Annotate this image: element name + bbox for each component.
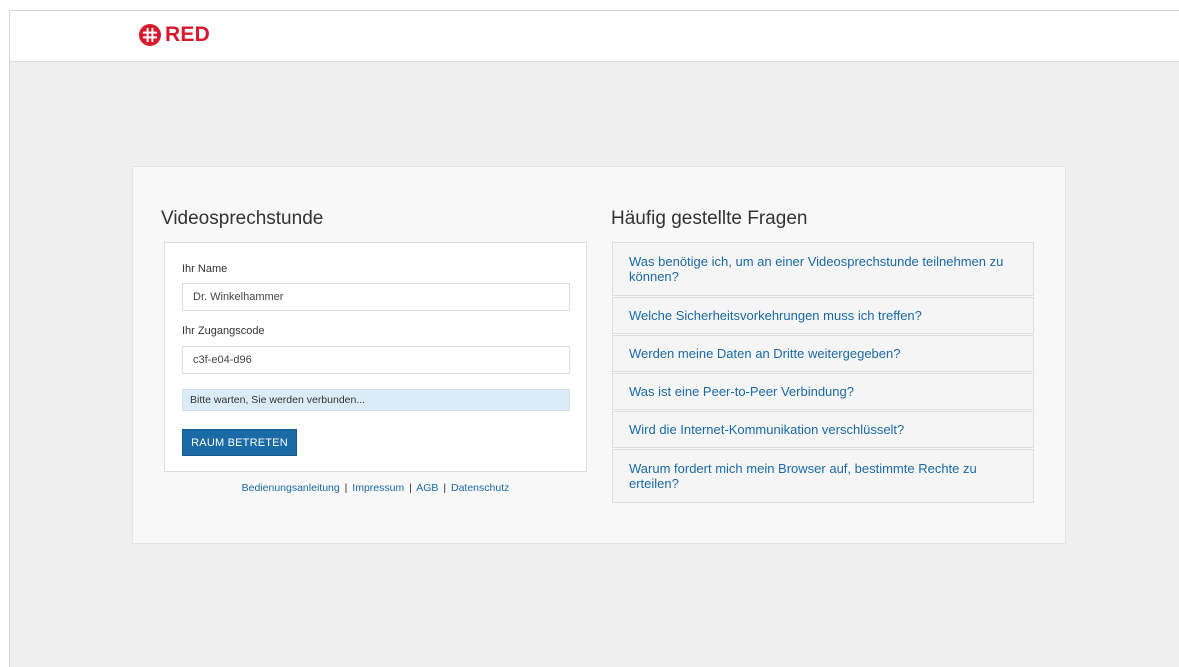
access-code-input[interactable]	[182, 346, 570, 374]
faq-item-data-sharing[interactable]: Werden meine Daten an Dritte weitergegeb…	[612, 335, 1034, 372]
top-bar: RED	[10, 11, 1179, 62]
access-code-label: Ihr Zugangscode	[182, 325, 265, 337]
link-separator: |	[344, 482, 348, 494]
link-separator: |	[443, 482, 447, 494]
faq-item-peer-to-peer[interactable]: Was ist eine Peer-to-Peer Verbindung?	[612, 373, 1034, 410]
faq-item-encryption[interactable]: Wird die Internet-Kommunikation verschlü…	[612, 411, 1034, 448]
enter-room-button[interactable]: RAUM BETRETEN	[182, 429, 297, 456]
imprint-link[interactable]: Impressum	[352, 482, 404, 494]
brand-name: RED	[165, 23, 210, 46]
hash-icon	[139, 24, 161, 46]
link-separator: |	[409, 482, 412, 494]
faq-item-security-precautions[interactable]: Welche Sicherheitsvorkehrungen muss ich …	[612, 297, 1034, 334]
name-input[interactable]	[182, 283, 570, 311]
login-title: Videosprechstunde	[161, 208, 324, 229]
faq-item-browser-permissions[interactable]: Warum fordert mich mein Browser auf, bes…	[612, 449, 1034, 503]
manual-link[interactable]: Bedienungsanleitung	[242, 482, 340, 494]
faq-list: Was benötige ich, um an einer Videosprec…	[612, 242, 1034, 504]
footer-links: Bedienungsanleitung | Impressum | AGB | …	[164, 482, 587, 494]
main-card: Videosprechstunde Ihr Name Ihr Zugangsco…	[132, 166, 1066, 544]
browser-viewport: RED Videosprechstunde Ihr Name Ihr Zugan…	[9, 10, 1179, 667]
brand-logo[interactable]: RED	[139, 24, 210, 46]
privacy-link[interactable]: Datenschutz	[451, 482, 509, 494]
terms-link[interactable]: AGB	[416, 482, 438, 494]
faq-item-requirements[interactable]: Was benötige ich, um an einer Videosprec…	[612, 242, 1034, 296]
connection-status-message: Bitte warten, Sie werden verbunden...	[182, 389, 570, 411]
faq-title: Häufig gestellte Fragen	[611, 208, 808, 229]
login-form: Ihr Name Ihr Zugangscode Bitte warten, S…	[164, 242, 587, 472]
name-label: Ihr Name	[182, 263, 228, 275]
